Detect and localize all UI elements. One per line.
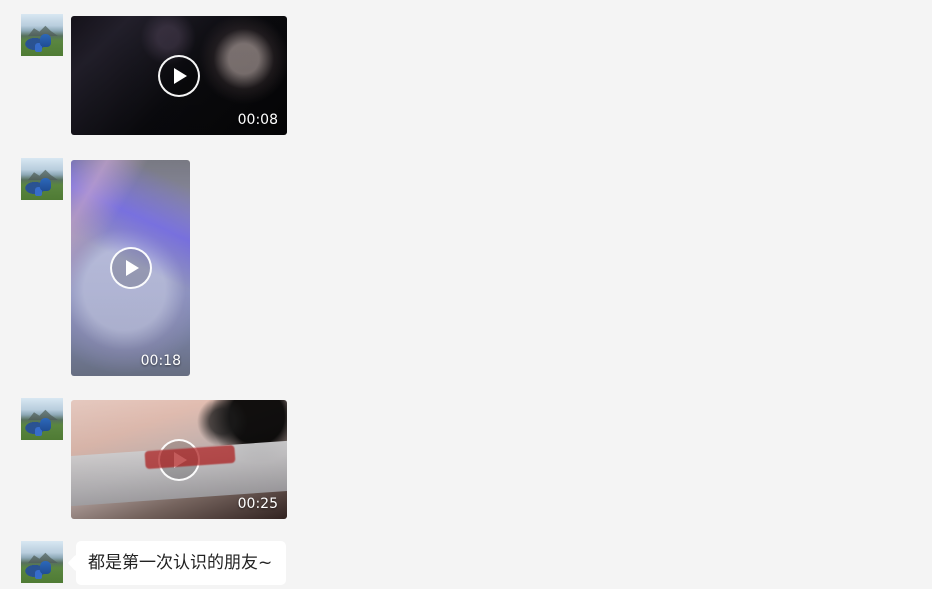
video-duration: 00:25 [237,496,278,512]
video-duration: 00:18 [140,353,181,369]
play-icon[interactable] [158,54,200,97]
play-icon[interactable] [109,247,152,289]
chat-message-list: 00:08 00:18 00:25 都是第一次认识的朋友~ [0,0,932,589]
avatar[interactable] [21,541,63,583]
text-message-bubble[interactable]: 都是第一次认识的朋友~ [76,541,287,585]
avatar[interactable] [21,158,63,200]
message-text: 都是第一次认识的朋友~ [88,553,273,573]
play-triangle-icon [125,260,139,276]
play-icon[interactable] [158,438,200,481]
video-message-thumbnail[interactable]: 00:08 [71,16,287,135]
avatar[interactable] [21,398,63,440]
play-triangle-icon [174,67,187,84]
video-message-thumbnail[interactable]: 00:25 [71,400,287,519]
avatar[interactable] [21,14,63,56]
play-triangle-icon [174,451,187,468]
video-duration: 00:08 [237,112,278,128]
video-message-thumbnail[interactable]: 00:18 [71,160,190,376]
